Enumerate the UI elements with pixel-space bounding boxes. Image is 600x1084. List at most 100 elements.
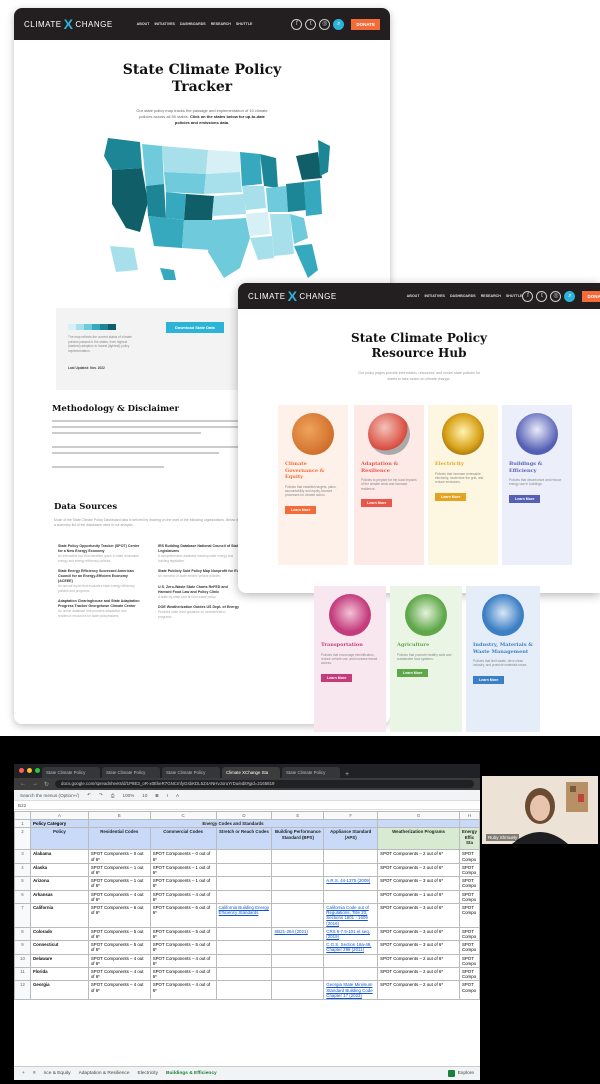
learn-more-button[interactable]: Learn More — [397, 669, 429, 678]
formula-bar[interactable]: B22 — [14, 801, 480, 810]
url-field[interactable]: docs.google.com/spreadsheets/d/1P8E3_oR-… — [55, 780, 474, 788]
nav-about[interactable]: ABOUT — [407, 294, 420, 298]
state-hawaii[interactable] — [160, 268, 176, 280]
table-cell[interactable]: SPOT Components – 4 out of 6* — [149, 967, 217, 982]
table-cell[interactable] — [271, 876, 325, 891]
tile-electricity[interactable]: Electricity Policies that increase renew… — [428, 405, 498, 565]
print-icon[interactable]: ⎙ — [111, 793, 115, 798]
learn-more-button[interactable]: Learn More — [361, 499, 393, 508]
table-cell[interactable]: SPOT Components – 4 out of 6* — [87, 953, 151, 969]
state-name-cell[interactable]: Georgia — [29, 980, 89, 1001]
row-number[interactable]: 8 — [14, 926, 31, 942]
table-cell[interactable]: SPOT Components – 2 out of 6* — [377, 862, 460, 878]
state-name-cell[interactable]: California — [29, 903, 89, 928]
row-number[interactable]: 6 — [14, 889, 31, 905]
state-colorado[interactable] — [184, 194, 214, 220]
table-cell[interactable]: SPOT Components – 0 out of 6* — [87, 849, 151, 864]
table-cell[interactable] — [271, 903, 325, 928]
state-name-cell[interactable]: Delaware — [29, 953, 89, 969]
table-cell[interactable] — [323, 953, 379, 969]
table-cell[interactable] — [215, 876, 273, 891]
table-cell[interactable]: SPOT Components – 0 out of 6* — [149, 849, 217, 864]
instagram-icon[interactable]: ◎ — [319, 18, 331, 30]
facebook-icon[interactable]: f — [291, 18, 303, 30]
table-cell[interactable]: SPOT Components – 4 out of 6* — [149, 980, 217, 1001]
state-florida[interactable] — [294, 244, 318, 278]
table-cell[interactable]: SPOT Compo — [458, 903, 480, 928]
sheet-tab[interactable]: Electricity — [138, 1071, 159, 1076]
table-cell[interactable] — [215, 862, 273, 878]
state-arkansas[interactable] — [246, 212, 270, 236]
table-cell[interactable] — [271, 940, 325, 955]
state-kansas-nebraska[interactable] — [212, 194, 246, 216]
table-cell[interactable]: SPOT Compo — [458, 862, 480, 878]
table-cell[interactable] — [215, 926, 273, 942]
table-cell[interactable]: SPOT Components – 2 out of 6* — [377, 953, 460, 969]
browser-tab[interactable]: State Climate Policy — [102, 767, 160, 778]
table-cell[interactable]: SB21-264 (2021) — [271, 926, 325, 942]
nav-initiatives[interactable]: INITIATIVES — [424, 294, 445, 298]
sheet-tab[interactable]: nce & Equity — [44, 1071, 71, 1076]
table-cell[interactable]: California Code out of Regulations, Titl… — [323, 903, 379, 928]
row-number[interactable]: 9 — [14, 940, 31, 955]
text-color-icon[interactable]: A — [176, 793, 179, 798]
donate-button[interactable]: DONATE — [582, 290, 600, 302]
tile-agriculture[interactable]: Agriculture Policies that promote health… — [390, 586, 462, 732]
table-cell[interactable]: SPOT Components – 4 out of 6* — [87, 980, 151, 1001]
state-new-england[interactable] — [318, 140, 330, 176]
table-cell[interactable]: SPOT Components – 6 out of 6* — [149, 903, 217, 928]
sheet-tab-active[interactable]: Buildings & Efficiency — [166, 1071, 217, 1076]
table-cell[interactable]: SPOT Compo — [458, 980, 480, 1001]
new-tab-icon[interactable]: + — [345, 771, 349, 778]
state-name-cell[interactable]: Florida — [29, 967, 89, 982]
reload-icon[interactable]: ↻ — [44, 781, 49, 788]
table-cell[interactable]: SPOT Components – 4 out of 6* — [149, 953, 217, 969]
state-iowa-missouri[interactable] — [242, 186, 266, 210]
table-cell[interactable] — [323, 967, 379, 982]
map-states[interactable] — [104, 138, 330, 280]
browser-tab-active[interactable]: Climate XChange Sta — [222, 767, 280, 778]
table-cell[interactable] — [323, 889, 379, 905]
row-number[interactable]: 7 — [14, 903, 31, 928]
table-cell[interactable]: California Building Energy Efficiency St… — [215, 903, 273, 928]
nav-about[interactable]: ABOUT — [137, 22, 150, 26]
state-louisiana[interactable] — [250, 236, 274, 260]
climate-xchange-logo[interactable]: CLIMATE X CHANGE — [24, 17, 113, 31]
state-new-mexico[interactable] — [182, 220, 212, 250]
nav-shuttle[interactable]: SHUTTLE — [236, 22, 253, 26]
table-cell[interactable] — [215, 980, 273, 1001]
sheet-tab[interactable]: Adaptation & Resilience — [79, 1071, 130, 1076]
row-number[interactable]: 5 — [14, 876, 31, 891]
back-arrow-icon[interactable]: ← — [20, 781, 26, 787]
donate-button[interactable]: DONATE — [351, 18, 380, 30]
table-cell[interactable] — [271, 967, 325, 982]
learn-more-button[interactable]: Learn More — [285, 505, 317, 514]
table-cell[interactable]: SPOT Components – 1 out of 6* — [87, 862, 151, 878]
twitter-icon[interactable]: t — [536, 290, 548, 302]
table-cell[interactable]: SPOT Components – 4 out of 6* — [87, 889, 151, 905]
table-cell[interactable]: SPOT Components – 4 out of 6* — [149, 889, 217, 905]
font-size-select[interactable]: 10 — [142, 793, 147, 798]
table-cell[interactable] — [271, 953, 325, 969]
table-cell[interactable]: SPOT Components – 2 out of 6* — [377, 849, 460, 864]
row-number[interactable]: 11 — [14, 967, 31, 982]
table-cell[interactable]: C.G.S. Section 16a-48, Chapter 298 (2011… — [323, 940, 379, 955]
search-icon[interactable]: ⌕ — [564, 290, 576, 302]
undo-icon[interactable]: ↶ — [87, 792, 91, 798]
table-cell[interactable]: SPOT Components – 1 out of 6* — [149, 862, 217, 878]
learn-more-button[interactable]: Learn More — [321, 673, 353, 682]
state-california[interactable] — [112, 168, 148, 232]
nav-shuttle[interactable]: SHUTTLE — [506, 294, 523, 298]
row-number[interactable]: 12 — [14, 980, 31, 1001]
state-new-york-pennsylvania[interactable] — [296, 152, 322, 180]
table-cell[interactable] — [215, 849, 273, 864]
state-north-dakota[interactable] — [206, 150, 240, 174]
state-name-cell[interactable]: Alaska — [29, 862, 89, 878]
table-cell[interactable] — [271, 980, 325, 1001]
add-sheet-icon[interactable]: + — [22, 1071, 25, 1076]
instagram-icon[interactable]: ◎ — [550, 290, 562, 302]
table-cell[interactable]: SPOT Components – 6 out of 6* — [87, 903, 151, 928]
learn-more-button[interactable]: Learn More — [435, 492, 467, 501]
table-cell[interactable] — [323, 849, 379, 864]
us-states-map[interactable] — [90, 128, 330, 288]
